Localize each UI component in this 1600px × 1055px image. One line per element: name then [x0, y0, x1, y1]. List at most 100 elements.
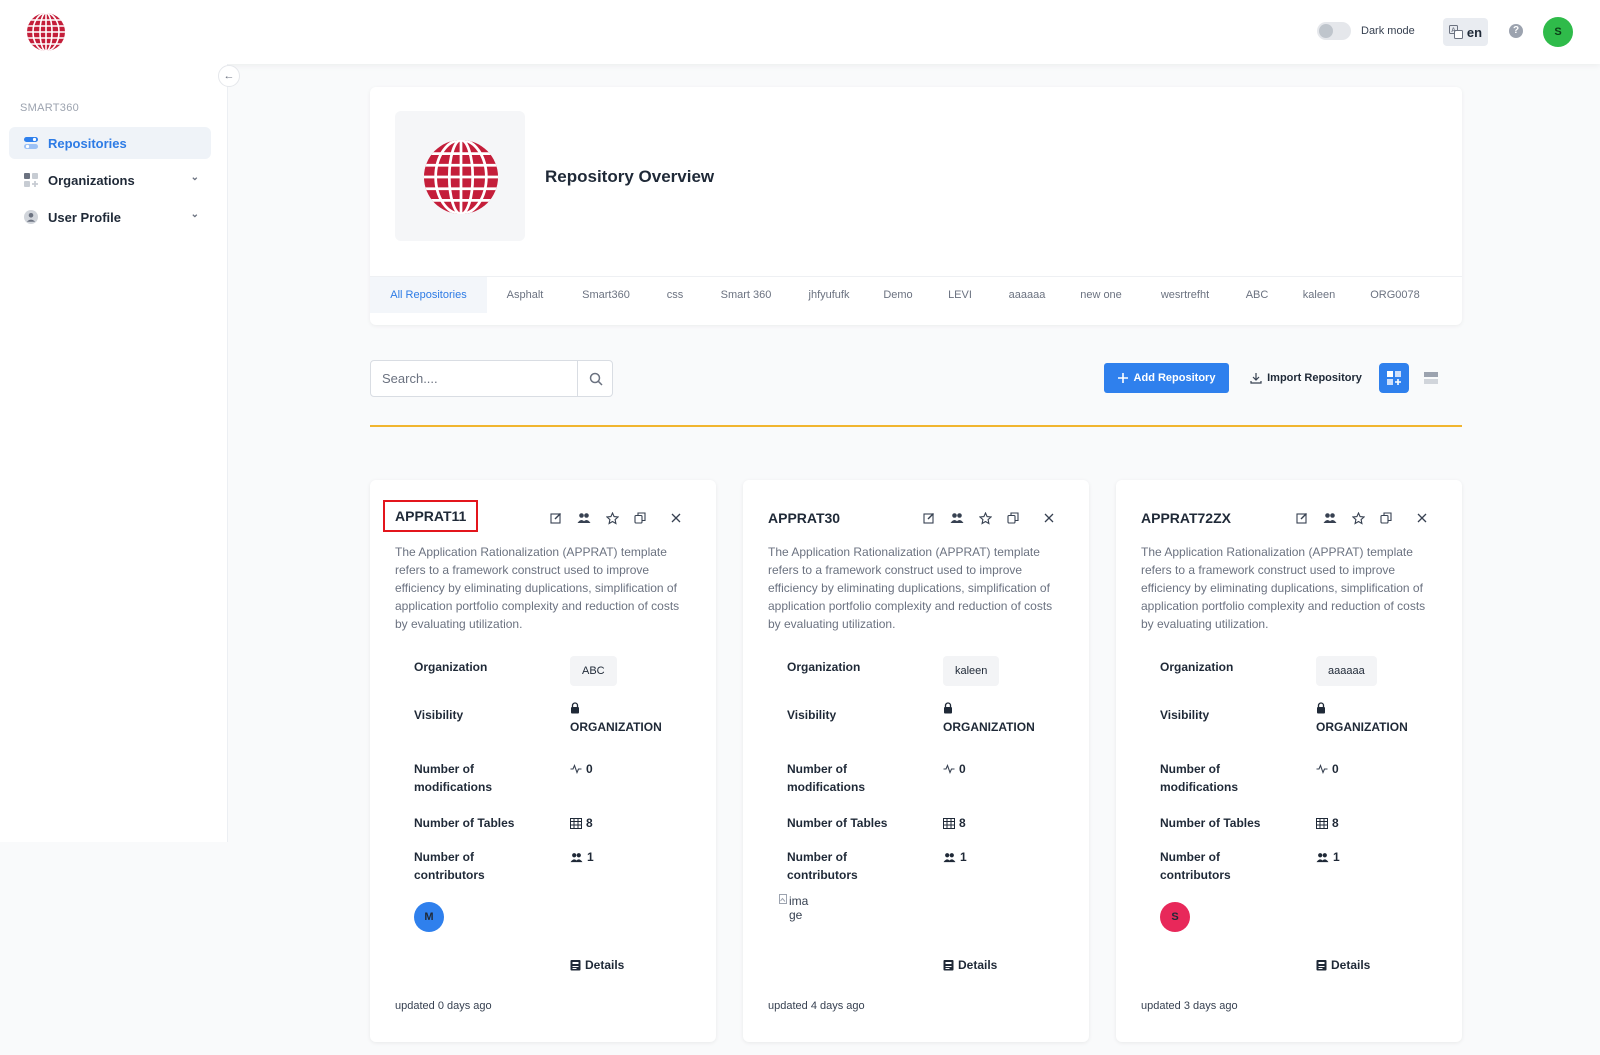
- tables-value: 8: [1316, 814, 1339, 832]
- sidebar-item-label: User Profile: [48, 210, 121, 225]
- edit-icon[interactable]: [548, 510, 564, 526]
- tab-smart-360[interactable]: Smart 360: [701, 277, 791, 313]
- copy-icon[interactable]: [1005, 510, 1021, 526]
- chevron-down-icon[interactable]: ⌄: [191, 209, 199, 220]
- import-repository-label: Import Repository: [1267, 372, 1362, 384]
- repository-name[interactable]: APPRAT30: [768, 510, 840, 526]
- dark-mode-toggle[interactable]: Dark mode: [1317, 22, 1415, 40]
- details-link[interactable]: Details: [1316, 958, 1370, 972]
- organization-label: Organization: [1160, 660, 1234, 674]
- repositories-icon: [24, 137, 38, 149]
- sidebar-item-organizations[interactable]: Organizations ⌄: [9, 164, 211, 196]
- copy-icon[interactable]: [632, 510, 648, 526]
- organization-badge: ABC: [570, 656, 617, 686]
- top-bar: Dark mode A en ? S: [0, 0, 1600, 64]
- repository-overview-card: Repository Overview All Repositories Asp…: [370, 87, 1462, 325]
- repository-name[interactable]: APPRAT72ZX: [1141, 510, 1231, 526]
- search-button[interactable]: [577, 361, 613, 396]
- tables-count: 8: [1332, 816, 1339, 830]
- edit-icon[interactable]: [921, 510, 937, 526]
- help-icon[interactable]: ?: [1509, 24, 1523, 38]
- visibility-label: Visibility: [414, 708, 464, 722]
- organization-badge: kaleen: [943, 656, 1000, 686]
- contributors-icon[interactable]: [949, 510, 965, 526]
- card-actions: [548, 510, 688, 526]
- close-icon[interactable]: [1414, 510, 1430, 526]
- tab-org0078[interactable]: ORG0078: [1355, 277, 1435, 313]
- tab-levi[interactable]: LEVI: [929, 277, 991, 313]
- list-view-icon: [1424, 372, 1438, 384]
- search-icon: [589, 372, 603, 386]
- tab-css[interactable]: css: [649, 277, 701, 313]
- people-icon: [570, 852, 583, 862]
- contributor-image-broken[interactable]: image: [779, 894, 809, 924]
- activity-icon: [570, 764, 582, 774]
- tab-smart360[interactable]: Smart360: [563, 277, 649, 313]
- sidebar: SMART360 Repositories Organizations ⌄ Us…: [0, 64, 228, 842]
- modifications-label: Number of modifications: [1160, 762, 1239, 794]
- tables-value: 8: [943, 814, 966, 832]
- details-link[interactable]: Details: [943, 958, 997, 972]
- add-repository-button[interactable]: Add Repository: [1104, 363, 1229, 393]
- star-icon[interactable]: [977, 510, 993, 526]
- user-avatar[interactable]: S: [1543, 17, 1573, 47]
- tab-all-repositories[interactable]: All Repositories: [370, 277, 487, 313]
- grid-view-icon: [1387, 371, 1401, 385]
- details-label: Details: [958, 958, 998, 972]
- tables-count: 8: [586, 816, 593, 830]
- contributor-avatar[interactable]: S: [1160, 902, 1190, 932]
- modifications-value: 0: [570, 760, 593, 778]
- star-icon[interactable]: [604, 510, 620, 526]
- list-view-toggle[interactable]: [1416, 363, 1446, 393]
- repository-card[interactable]: APPRAT11 The Application Rationalization…: [370, 480, 716, 1042]
- modifications-value: 0: [943, 760, 966, 778]
- tab-wesrtrefht[interactable]: wesrtrefht: [1139, 277, 1231, 313]
- tab-new-one[interactable]: new one: [1063, 277, 1139, 313]
- contributor-avatar[interactable]: M: [414, 902, 444, 932]
- modifications-value: 0: [1316, 760, 1339, 778]
- dark-mode-label: Dark mode: [1361, 25, 1415, 37]
- close-icon[interactable]: [668, 510, 684, 526]
- close-icon[interactable]: [1041, 510, 1057, 526]
- dark-mode-switch[interactable]: [1317, 22, 1351, 40]
- download-icon: [1250, 373, 1262, 384]
- tab-kaleen[interactable]: kaleen: [1283, 277, 1355, 313]
- updated-timestamp: updated 3 days ago: [1141, 1000, 1238, 1012]
- lock-icon: [571, 702, 579, 714]
- star-icon[interactable]: [1350, 510, 1366, 526]
- contributors-value: 1: [570, 848, 594, 866]
- collapse-sidebar-arrow-icon[interactable]: ←: [218, 65, 240, 87]
- search-input[interactable]: [371, 361, 577, 396]
- repository-card[interactable]: APPRAT30 The Application Rationalization…: [743, 480, 1089, 1042]
- globe-logo-icon[interactable]: [26, 12, 66, 52]
- chevron-down-icon[interactable]: ⌄: [191, 172, 199, 183]
- details-link[interactable]: Details: [570, 958, 624, 972]
- contributors-icon[interactable]: [576, 510, 592, 526]
- tab-demo[interactable]: Demo: [867, 277, 929, 313]
- grid-view-toggle[interactable]: [1379, 363, 1409, 393]
- repository-description: The Application Rationalization (APPRAT)…: [395, 545, 680, 631]
- repository-name[interactable]: APPRAT11: [382, 500, 479, 532]
- copy-icon[interactable]: [1378, 510, 1394, 526]
- repository-card[interactable]: APPRAT72ZX The Application Rationalizati…: [1116, 480, 1462, 1042]
- tables-label: Number of Tables: [414, 816, 515, 830]
- contributor-image-alt: image: [789, 894, 809, 922]
- details-label: Details: [1331, 958, 1371, 972]
- tab-asphalt[interactable]: Asphalt: [487, 277, 563, 313]
- modifications-label: Number of modifications: [414, 762, 493, 794]
- language-selector[interactable]: A en: [1443, 18, 1488, 46]
- import-repository-button[interactable]: Import Repository: [1243, 363, 1369, 393]
- activity-icon: [943, 764, 955, 774]
- svg-text:A: A: [1451, 28, 1456, 34]
- activity-icon: [1316, 764, 1328, 774]
- edit-icon[interactable]: [1294, 510, 1310, 526]
- tab-aaaaaa[interactable]: aaaaaa: [991, 277, 1063, 313]
- people-icon: [943, 852, 956, 862]
- sidebar-item-user-profile[interactable]: User Profile ⌄: [9, 201, 211, 233]
- tab-abc[interactable]: ABC: [1231, 277, 1283, 313]
- contributors-icon[interactable]: [1322, 510, 1338, 526]
- organizations-icon: [24, 173, 38, 187]
- sidebar-item-label: Organizations: [48, 173, 135, 188]
- tab-jhfyufufk[interactable]: jhfyufufk: [791, 277, 867, 313]
- sidebar-item-repositories[interactable]: Repositories: [9, 127, 211, 159]
